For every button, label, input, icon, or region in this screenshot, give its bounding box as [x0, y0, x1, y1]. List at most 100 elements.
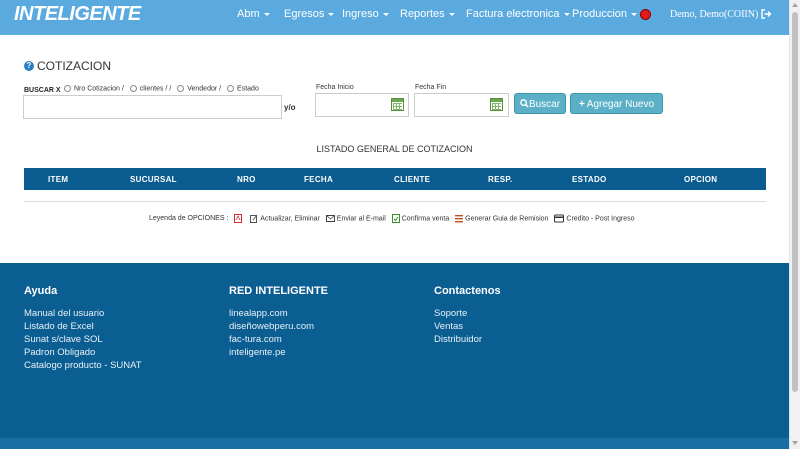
radio-estado[interactable]: Estado — [227, 85, 259, 92]
nav-item-egresos[interactable]: Egresos — [284, 8, 335, 20]
table-divider — [24, 201, 766, 202]
calendar-icon[interactable] — [490, 98, 503, 111]
legend-label: Leyenda de OPCIONES : — [149, 215, 229, 222]
radio-circle-icon[interactable] — [64, 85, 71, 92]
radio-circle-icon[interactable] — [227, 85, 235, 92]
caret-down-icon — [563, 12, 570, 16]
footer-ayuda-title: Ayuda — [24, 285, 58, 297]
list-title: LISTADO GENERAL DE COTIZACION — [316, 144, 473, 154]
radio-clientes[interactable]: clientes / / — [129, 85, 172, 93]
legend-item-pdf — [234, 214, 244, 223]
legend-item-credito: Credito - Post Ingreso — [554, 214, 634, 223]
buscar-button[interactable]: Buscar — [514, 93, 566, 114]
column-header-sucursal[interactable]: SUCURSAL — [130, 175, 177, 184]
nav-item-abm[interactable]: Abm — [237, 8, 270, 20]
column-header-opcion[interactable]: OPCION — [684, 175, 717, 184]
column-header-cliente[interactable]: CLIENTE — [394, 175, 430, 184]
footer-link[interactable]: Soporte — [434, 307, 501, 320]
agregar-nuevo-label: Agregar Nuevo — [586, 99, 655, 110]
column-header-item[interactable]: ITEM — [48, 175, 68, 184]
legend-item-label: Actualizar, Eliminar — [260, 215, 320, 223]
caret-down-icon — [448, 12, 455, 16]
radio-label: Estado — [237, 85, 259, 93]
column-header-estado[interactable]: ESTADO — [572, 175, 607, 184]
radio-vendedor[interactable]: Vendedor / — [177, 85, 221, 92]
caret-down-icon — [382, 12, 389, 16]
nav-item-label: Reportes — [400, 8, 445, 20]
page-title: COTIZACION — [37, 59, 111, 73]
nav-item-label: Abm — [237, 8, 260, 20]
brand-logo-light: INTELI — [14, 3, 75, 25]
legend-item-label: Confirma venta — [401, 215, 450, 223]
radio-circle-icon[interactable] — [129, 85, 137, 92]
brand-logo-bold: GENTE — [74, 3, 141, 25]
envelope-icon — [325, 215, 335, 222]
edit-icon — [250, 214, 258, 223]
nav-item-ingreso[interactable]: Ingreso — [342, 8, 389, 20]
buscar-label: BUSCAR X — [24, 87, 61, 94]
search-input[interactable] — [23, 95, 282, 119]
radio-label: Vendedor / — [187, 85, 222, 93]
legend-item-email: Enviar al E-mail — [325, 214, 386, 223]
footer-link[interactable]: Catalogo producto - SUNAT — [24, 359, 142, 372]
column-header-resp[interactable]: RESP. — [488, 175, 512, 184]
caret-down-icon — [328, 12, 335, 16]
column-header-fecha[interactable]: FECHA — [304, 175, 333, 184]
legend-item-label: Credito - Post Ingreso — [566, 215, 635, 223]
radio-nro-cotizacion[interactable]: Nro Cotizacion / — [64, 85, 124, 92]
footer-link[interactable]: diseñowebperu.com — [229, 320, 328, 333]
footer-link[interactable]: inteligente.pe — [229, 346, 328, 359]
pdf-icon — [234, 214, 243, 223]
nav-item-label: Egresos — [284, 8, 325, 20]
fecha-inicio-label: Fecha Inicio — [316, 84, 354, 91]
user-name[interactable]: Demo, Demo(COIIN) — [670, 9, 758, 20]
status-indicator-icon — [640, 9, 651, 20]
legend-item-label: Generar Guia de Remision — [465, 215, 549, 223]
nav-item-label: Ingreso — [342, 8, 379, 20]
footer-link[interactable]: Distribuidor — [434, 333, 501, 346]
radio-label: clientes / / — [139, 85, 172, 93]
agregar-nuevo-button[interactable]: + Agregar Nuevo — [570, 93, 663, 114]
footer-link[interactable]: Manual del usuario — [24, 307, 142, 320]
footer-link[interactable]: Padron Obligado — [24, 346, 142, 359]
footer-contacto-title: Contactenos — [434, 285, 501, 297]
footer-link[interactable]: fac-tura.com — [229, 333, 328, 346]
radio-label: Nro Cotizacion / — [74, 85, 124, 93]
radio-circle-icon[interactable] — [177, 85, 185, 92]
help-circle-icon: ? — [24, 61, 34, 71]
footer-contacto-column: Contactenos Soporte Ventas Distribuidor — [434, 285, 501, 346]
search-type-radio-group: Nro Cotizacion / clientes / / Vendedor /… — [64, 85, 263, 92]
calendar-icon[interactable] — [391, 98, 404, 111]
legend-item-guia: Generar Guia de Remision — [455, 214, 548, 223]
nav-item-reportes[interactable]: Reportes — [400, 8, 455, 20]
footer-bottom-bar — [0, 438, 789, 449]
scroll-down-arrow-icon[interactable] — [792, 441, 798, 445]
confirm-document-icon — [391, 214, 400, 223]
footer-ayuda-column: Ayuda Manual del usuario Listado de Exce… — [24, 285, 142, 372]
logout-icon[interactable] — [760, 8, 772, 20]
footer-link[interactable]: linealapp.com — [229, 307, 328, 320]
caret-down-icon — [631, 12, 638, 16]
column-header-nro[interactable]: NRO — [237, 175, 256, 184]
legend-item-confirm: Confirma venta — [391, 214, 450, 223]
footer-link[interactable]: Sunat s/clave SOL — [24, 333, 142, 346]
table-header: ITEM SUCURSAL NRO FECHA CLIENTE RESP. ES… — [24, 168, 766, 190]
scroll-up-arrow-icon[interactable] — [792, 3, 798, 7]
footer-red-column: RED INTELIGENTE linealapp.com diseñowebp… — [229, 285, 328, 359]
buscar-button-label: Buscar — [528, 99, 561, 110]
credit-card-icon — [554, 214, 565, 223]
footer-red-title: RED INTELIGENTE — [229, 285, 329, 297]
nav-item-factura-electronica[interactable]: Factura electronica — [466, 8, 570, 20]
nav-item-label: Produccion — [572, 8, 628, 20]
caret-down-icon — [263, 12, 270, 16]
page-scrollbar[interactable] — [789, 0, 800, 449]
footer: Ayuda Manual del usuario Listado de Exce… — [0, 263, 789, 449]
scroll-thumb[interactable] — [792, 12, 798, 392]
options-legend: Leyenda de OPCIONES : Actualizar, Elimin… — [149, 214, 638, 223]
brand-logo[interactable]: INTELIGENTE — [14, 3, 141, 26]
footer-link[interactable]: Ventas — [434, 320, 501, 333]
fecha-fin-label: Fecha Fin — [415, 84, 447, 91]
footer-link[interactable]: Listado de Excel — [24, 320, 142, 333]
legend-item-label: Enviar al E-mail — [336, 215, 386, 223]
nav-item-produccion[interactable]: Produccion — [572, 8, 638, 20]
